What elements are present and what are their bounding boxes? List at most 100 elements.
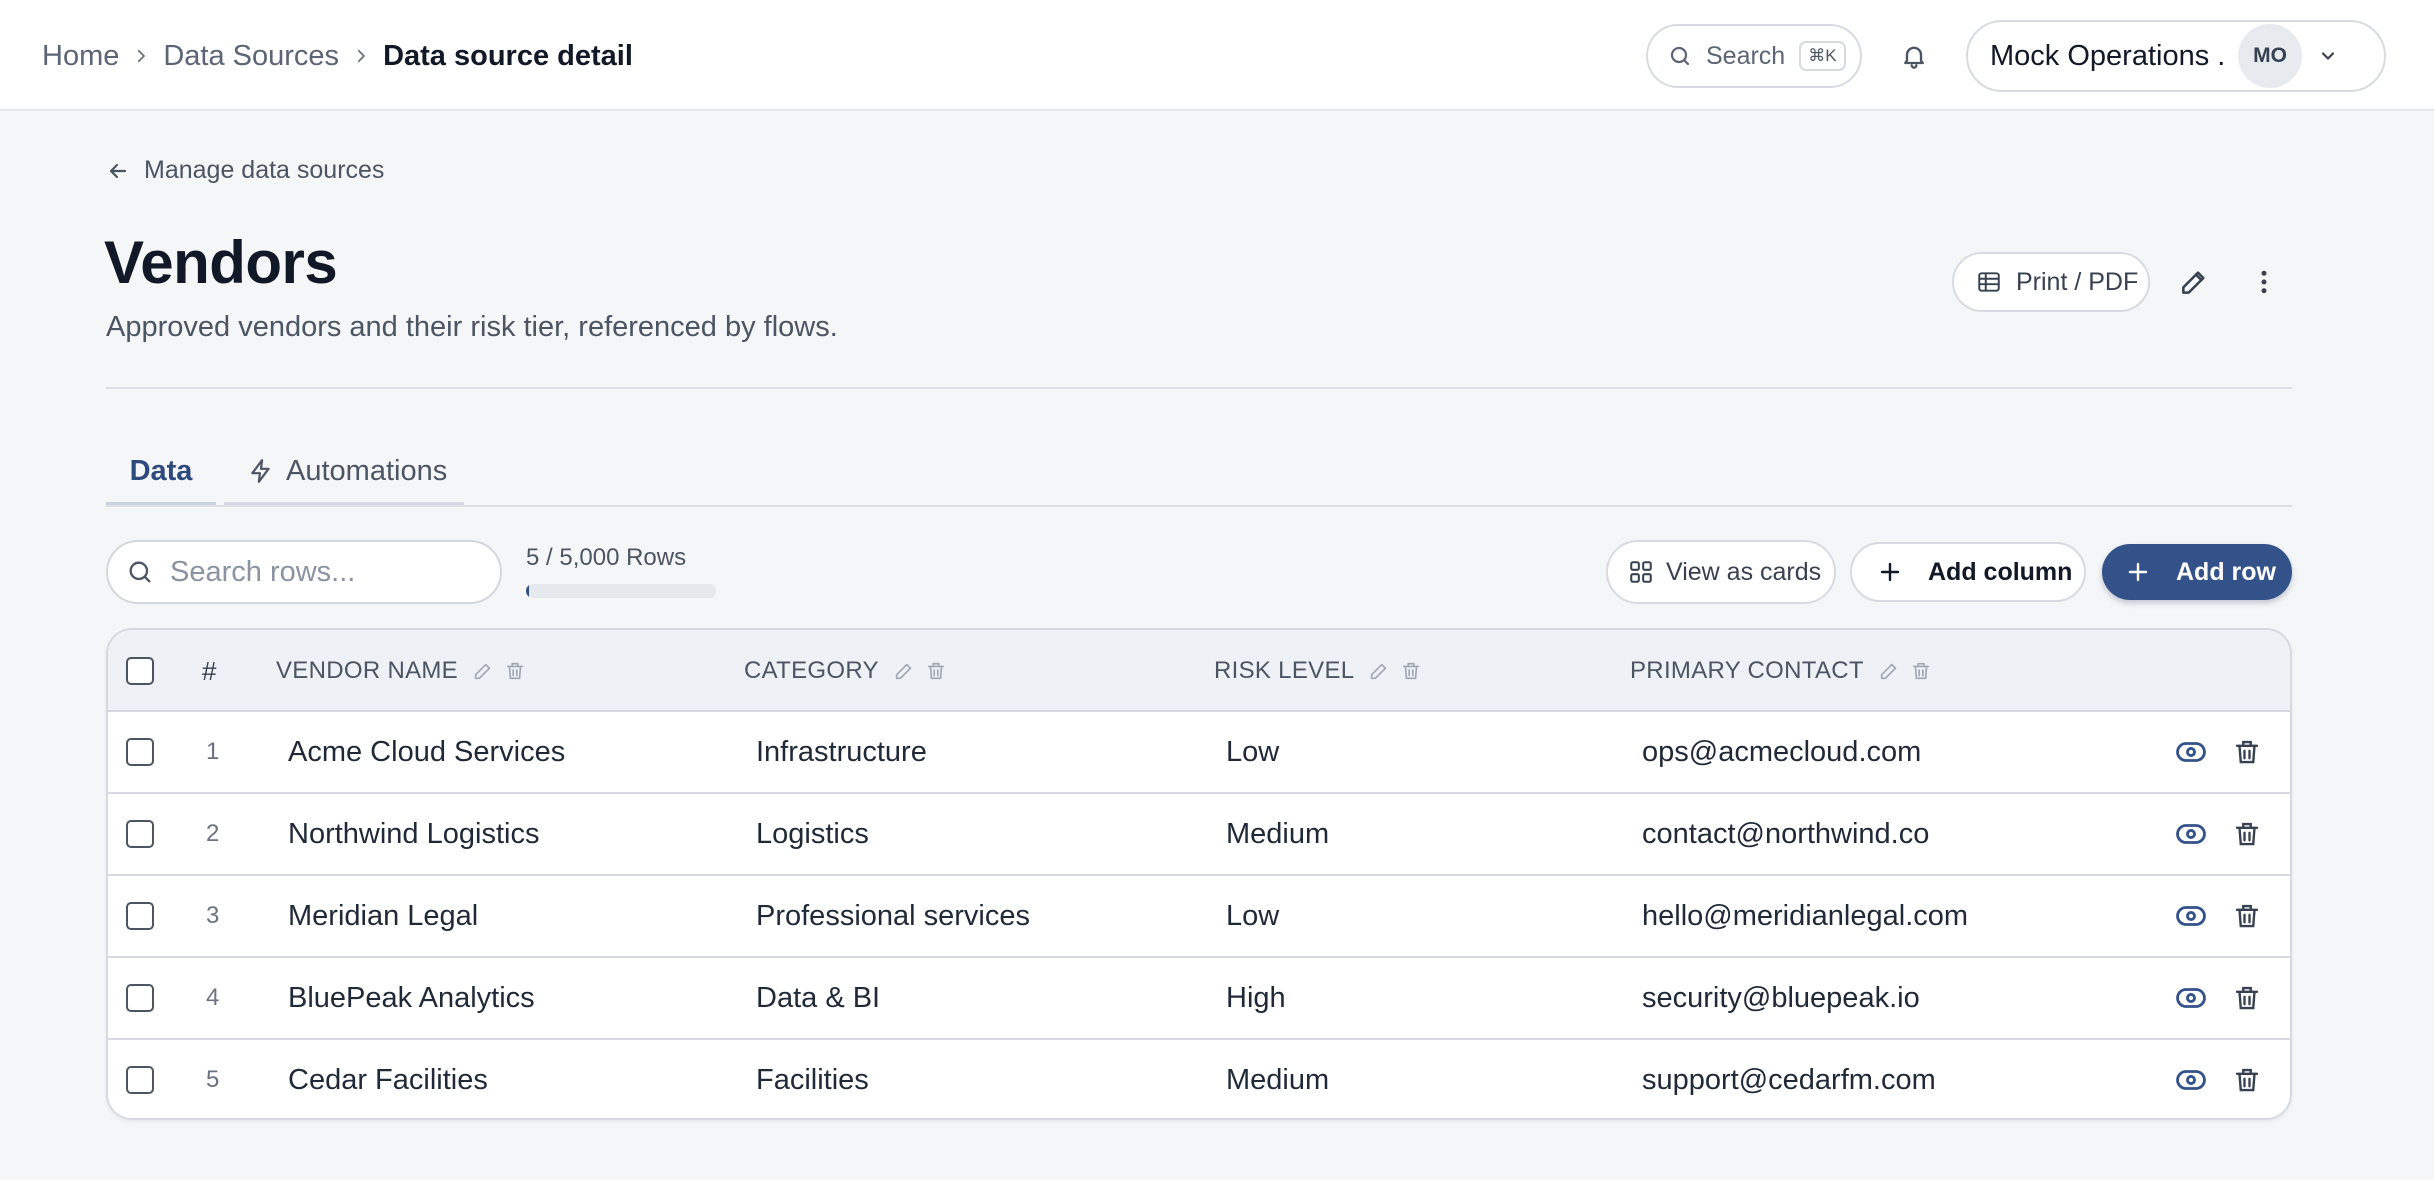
eye-icon	[2174, 1063, 2208, 1097]
row-search-input[interactable]	[170, 555, 490, 589]
chevron-down-icon	[2318, 46, 2338, 66]
column-header-risk-level: RISK LEVEL	[1214, 630, 1422, 712]
account-name: Mock Operations ...	[1990, 39, 2228, 72]
back-link-label: Manage data sources	[144, 156, 385, 184]
rows-usage-bar	[526, 584, 716, 598]
rows-usage-fill	[526, 584, 529, 598]
primary-contact-cell[interactable]: security@bluepeak.io	[1642, 958, 1920, 1038]
add-row-button[interactable]: Add row	[2102, 544, 2292, 600]
primary-contact-cell[interactable]: support@cedarfm.com	[1642, 1040, 1936, 1118]
tabs-divider	[106, 505, 2292, 507]
tab-data-label: Data	[129, 454, 193, 487]
breadcrumb-current: Data source detail	[383, 39, 633, 72]
risk-level-cell[interactable]: High	[1226, 958, 1286, 1038]
tab-data[interactable]: Data	[106, 440, 216, 506]
more-options-button[interactable]	[2242, 260, 2286, 304]
print-pdf-label: Print / PDF	[2016, 267, 2139, 296]
header-divider	[106, 387, 2292, 389]
print-pdf-button[interactable]: Print / PDF	[1952, 252, 2150, 312]
column-header-primary-contact: PRIMARY CONTACT	[1630, 630, 1932, 712]
row-checkbox[interactable]	[126, 1066, 154, 1094]
account-menu-button[interactable]: Mock Operations ... MO	[1966, 20, 2386, 92]
top-bar: Home Data Sources Data source detail Sea…	[0, 0, 2434, 111]
trash-icon[interactable]	[504, 660, 526, 682]
vendor-name-cell[interactable]: Cedar Facilities	[288, 1040, 488, 1118]
primary-contact-cell[interactable]: ops@acmecloud.com	[1642, 712, 1921, 792]
primary-contact-cell[interactable]: hello@meridianlegal.com	[1642, 876, 1968, 956]
breadcrumb-data-sources[interactable]: Data Sources	[163, 40, 339, 73]
row-number: 5	[206, 1066, 220, 1093]
lightning-icon	[248, 458, 274, 484]
edit-source-button[interactable]	[2172, 260, 2216, 304]
trash-icon[interactable]	[1400, 660, 1422, 682]
add-row-label: Add row	[2176, 557, 2276, 586]
delete-row-button[interactable]	[2232, 712, 2262, 792]
trash-icon[interactable]	[925, 660, 947, 682]
vendor-name-cell[interactable]: Acme Cloud Services	[288, 712, 565, 792]
column-header-label: RISK LEVEL	[1214, 657, 1355, 684]
category-cell[interactable]: Logistics	[756, 794, 869, 874]
delete-row-button[interactable]	[2232, 876, 2262, 956]
risk-level-cell[interactable]: Medium	[1226, 794, 1329, 874]
global-search-button[interactable]: Search ⌘K	[1646, 24, 1862, 88]
row-select-cell	[126, 958, 154, 1038]
plus-icon	[1878, 560, 1902, 584]
select-all-checkbox[interactable]	[126, 657, 154, 685]
risk-level-cell[interactable]: Low	[1226, 712, 1279, 792]
pencil-icon[interactable]	[1368, 660, 1390, 682]
delete-row-button[interactable]	[2232, 958, 2262, 1038]
category-cell[interactable]: Facilities	[756, 1040, 869, 1118]
category-cell[interactable]: Data & BI	[756, 958, 880, 1038]
page-title: Vendors	[104, 229, 338, 296]
row-select-cell	[126, 794, 154, 874]
column-header-label: VENDOR NAME	[276, 657, 458, 684]
view-row-button[interactable]	[2174, 794, 2208, 874]
category-cell[interactable]: Professional services	[756, 876, 1030, 956]
arrow-left-icon	[106, 159, 130, 183]
row-checkbox[interactable]	[126, 902, 154, 930]
vendor-name-cell[interactable]: Meridian Legal	[288, 876, 478, 956]
trash-icon	[2232, 901, 2262, 931]
risk-level-cell[interactable]: Medium	[1226, 1040, 1329, 1118]
vendor-name-cell[interactable]: Northwind Logistics	[288, 794, 539, 874]
add-column-button[interactable]: Add column	[1850, 542, 2086, 602]
table-header: # VENDOR NAME CATEGORY RISK LEVEL PRIMAR…	[108, 630, 2290, 712]
delete-row-button[interactable]	[2232, 794, 2262, 874]
trash-icon[interactable]	[1910, 660, 1932, 682]
pencil-icon[interactable]	[893, 660, 915, 682]
table-row: 5 Cedar Facilities Facilities Medium sup…	[108, 1040, 2290, 1118]
view-row-button[interactable]	[2174, 712, 2208, 792]
row-number: 2	[206, 820, 220, 847]
notifications-button[interactable]	[1892, 34, 1936, 78]
pencil-icon	[2178, 266, 2210, 298]
back-link[interactable]: Manage data sources	[106, 156, 384, 185]
bell-icon	[1900, 42, 1928, 70]
trash-icon	[2232, 1065, 2262, 1095]
pencil-icon[interactable]	[472, 660, 494, 682]
row-checkbox[interactable]	[126, 984, 154, 1012]
row-checkbox[interactable]	[126, 820, 154, 848]
rows-count: 5 / 5,000 Rows	[526, 544, 687, 571]
view-row-button[interactable]	[2174, 1040, 2208, 1118]
column-header-category: CATEGORY	[744, 630, 947, 712]
view-row-button[interactable]	[2174, 958, 2208, 1038]
risk-level-cell[interactable]: Low	[1226, 876, 1279, 956]
breadcrumb-home[interactable]: Home	[42, 40, 119, 73]
row-select-cell	[126, 1040, 154, 1118]
add-column-label: Add column	[1928, 557, 2073, 586]
vendor-name-cell[interactable]: BluePeak Analytics	[288, 958, 535, 1038]
delete-row-button[interactable]	[2232, 1040, 2262, 1118]
eye-icon	[2174, 981, 2208, 1015]
pencil-icon[interactable]	[1878, 660, 1900, 682]
category-cell[interactable]: Infrastructure	[756, 712, 927, 792]
row-checkbox[interactable]	[126, 738, 154, 766]
view-row-button[interactable]	[2174, 876, 2208, 956]
select-all-cell	[126, 630, 154, 712]
column-header-label: PRIMARY CONTACT	[1630, 657, 1864, 684]
search-icon	[1668, 44, 1692, 68]
row-number: 3	[206, 902, 220, 929]
view-as-cards-button[interactable]: View as cards	[1606, 540, 1836, 604]
tab-automations[interactable]: Automations	[224, 440, 464, 506]
primary-contact-cell[interactable]: contact@northwind.co	[1642, 794, 1929, 874]
keyboard-shortcut-badge: ⌘K	[1799, 41, 1846, 71]
